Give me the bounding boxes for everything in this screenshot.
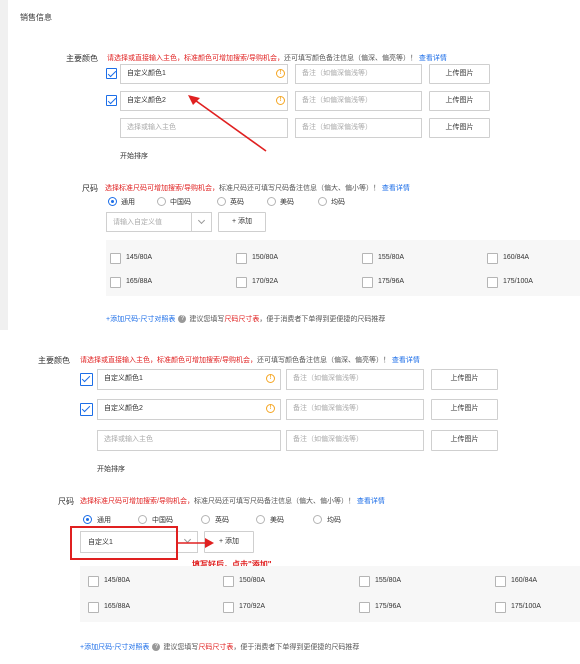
view-details-link[interactable]: 查看详情: [419, 55, 447, 62]
question-icon: ?: [152, 643, 161, 652]
radio-uk[interactable]: [201, 515, 210, 524]
color-checkbox-2[interactable]: [106, 95, 117, 106]
color-note-input-1[interactable]: 备注（如偏深偏浅等）: [295, 64, 422, 84]
radio-label: 通用: [121, 199, 135, 206]
radio-china[interactable]: [138, 515, 147, 524]
color-checkbox-1[interactable]: [106, 68, 117, 79]
size-grid: [80, 566, 580, 622]
radio-label: 中国码: [152, 517, 173, 524]
color-checkbox-2[interactable]: [80, 403, 93, 416]
add-size-table-link[interactable]: +添加尺码-尺寸对照表: [80, 644, 149, 651]
annotation-arrow: [178, 538, 214, 548]
radio-label: 英码: [215, 517, 229, 524]
view-details-link[interactable]: 查看详情: [392, 357, 420, 364]
section-title: 销售信息: [20, 13, 52, 22]
size-label: 尺码: [58, 497, 74, 506]
warning-icon: !: [276, 69, 285, 78]
color-input-new[interactable]: 选择或输入主色: [97, 430, 281, 451]
color-checkbox-1[interactable]: [80, 373, 93, 386]
color-input-1[interactable]: 自定义颜色1: [97, 369, 281, 390]
radio-us[interactable]: [267, 197, 276, 206]
size-table-row: +添加尺码-尺寸对照表? 建议您填写尺码尺寸表，便于消费者下单得到更便捷的尺码推荐: [106, 315, 386, 324]
radio-china[interactable]: [157, 197, 166, 206]
size-label: 尺码: [82, 184, 98, 193]
warning-icon: !: [266, 374, 275, 383]
color-hint: 请选择或直接输入主色，标准颜色可增加搜索/导购机会，还可填写颜色备注信息（偏深、…: [107, 55, 447, 62]
custom-size-placeholder: 请输入自定义值: [113, 219, 162, 226]
color-input-1[interactable]: 自定义颜色1: [120, 64, 288, 84]
highlight-box: [70, 526, 178, 560]
radio-label: 均码: [327, 517, 341, 524]
color-note-input-3[interactable]: 备注（如偏深偏浅等）: [295, 118, 422, 138]
radio-label: 通用: [97, 517, 111, 524]
size-hint: 选择标准尺码可增加搜索/导购机会，标准尺码还可填写尺码备注信息（偏大、偏小等）！…: [105, 185, 410, 192]
warning-icon: !: [276, 96, 285, 105]
upload-image-button-2[interactable]: 上传图片: [429, 91, 490, 111]
color-label: 主要颜色: [66, 54, 98, 63]
add-size-button[interactable]: + 添加: [218, 212, 266, 232]
upload-image-button-2[interactable]: 上传图片: [431, 399, 498, 420]
color-note-input-3[interactable]: 备注（如偏深偏浅等）: [286, 430, 424, 451]
radio-free[interactable]: [313, 515, 322, 524]
size-table-row: +添加尺码-尺寸对照表? 建议您填写尺码尺寸表，便于消费者下单得到更便捷的尺码推荐: [80, 643, 360, 652]
upload-image-button-1[interactable]: 上传图片: [431, 369, 498, 390]
radio-label: 均码: [331, 199, 345, 206]
upload-image-button-3[interactable]: 上传图片: [429, 118, 490, 138]
radio-label: 中国码: [170, 199, 191, 206]
color-hint: 请选择或直接输入主色，标准颜色可增加搜索/导购机会，还可填写颜色备注信息（偏深、…: [80, 357, 420, 364]
color-input-2[interactable]: 自定义颜色2: [97, 399, 281, 420]
annotation-arrow: [188, 95, 267, 152]
sort-button[interactable]: 开始排序: [97, 464, 125, 474]
radio-uk[interactable]: [217, 197, 226, 206]
sort-button[interactable]: 开始排序: [120, 151, 148, 161]
radio-general[interactable]: [83, 515, 92, 524]
upload-image-button-3[interactable]: 上传图片: [431, 430, 498, 451]
color-note-input-1[interactable]: 备注（如偏深偏浅等）: [286, 369, 424, 390]
upload-image-button-1[interactable]: 上传图片: [429, 64, 490, 84]
color-label: 主要颜色: [38, 356, 70, 365]
add-size-table-link[interactable]: +添加尺码-尺寸对照表: [106, 316, 175, 323]
radio-label: 英码: [230, 199, 244, 206]
size-hint: 选择标准尺码可增加搜索/导购机会，标准尺码还可填写尺码备注信息（偏大、偏小等）！…: [80, 498, 385, 505]
view-details-link[interactable]: 查看详情: [357, 498, 385, 505]
radio-general[interactable]: [108, 197, 117, 206]
radio-free[interactable]: [318, 197, 327, 206]
color-note-input-2[interactable]: 备注（如偏深偏浅等）: [286, 399, 424, 420]
radio-label: 美码: [280, 199, 294, 206]
size-grid: [106, 240, 580, 296]
color-note-input-2[interactable]: 备注（如偏深偏浅等）: [295, 91, 422, 111]
view-details-link[interactable]: 查看详情: [382, 185, 410, 192]
custom-size-select[interactable]: 请输入自定义值: [106, 212, 212, 232]
question-icon: ?: [178, 315, 187, 324]
warning-icon: !: [266, 404, 275, 413]
radio-us[interactable]: [256, 515, 265, 524]
radio-label: 美码: [270, 517, 284, 524]
chevron-down-icon: [191, 213, 211, 231]
